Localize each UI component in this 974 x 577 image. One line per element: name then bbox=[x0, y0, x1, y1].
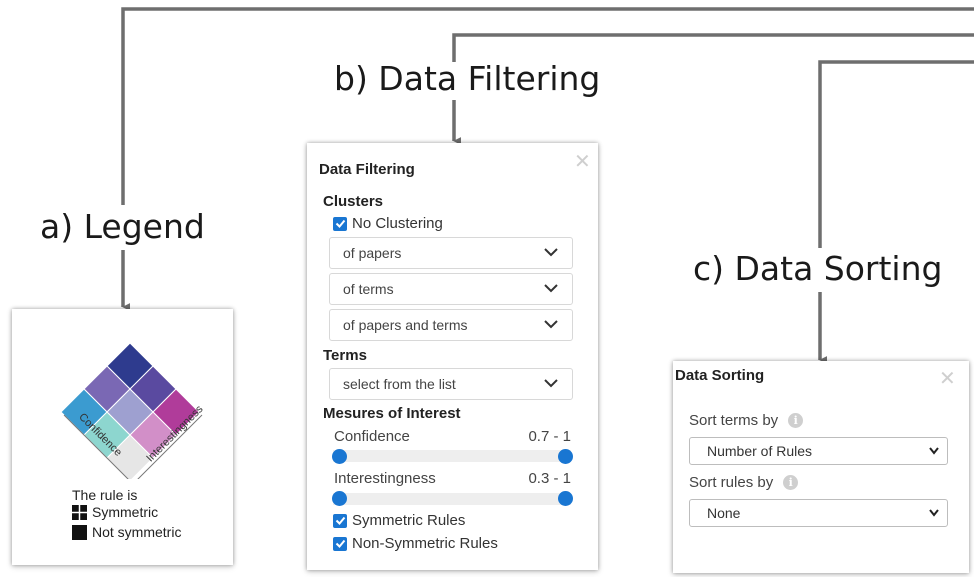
checkbox-checked-icon[interactable] bbox=[333, 216, 347, 231]
interestingness-slider-min-handle[interactable] bbox=[332, 491, 347, 506]
symmetric-rules-label: Symmetric Rules bbox=[352, 512, 466, 529]
close-icon[interactable]: ✕ bbox=[574, 152, 591, 172]
dropdown-label: of terms bbox=[343, 281, 394, 297]
legend-rule-is: The rule is bbox=[72, 487, 138, 503]
cluster-papers-dropdown[interactable]: of papers bbox=[329, 237, 573, 269]
interestingness-label: Interestingness bbox=[334, 470, 436, 487]
no-clustering-label: No Clustering bbox=[352, 215, 443, 232]
close-icon[interactable]: ✕ bbox=[939, 369, 956, 389]
chevron-down-icon bbox=[544, 284, 558, 293]
interestingness-slider-max-handle[interactable] bbox=[558, 491, 573, 506]
sort-rules-select[interactable]: None bbox=[689, 499, 948, 527]
data-filtering-panel: Data Filtering ✕ Clusters No Clustering … bbox=[307, 143, 598, 570]
confidence-slider-min-handle[interactable] bbox=[332, 449, 347, 464]
legend-panel: Confidence Interestingness The rule is Sy… bbox=[12, 309, 233, 565]
filtering-caption: b) Data Filtering bbox=[334, 59, 601, 98]
dropdown-label: of papers and terms bbox=[343, 317, 468, 333]
chevron-down-icon bbox=[544, 248, 558, 257]
interestingness-slider-track[interactable] bbox=[333, 493, 571, 505]
filtering-panel-title: Data Filtering bbox=[319, 161, 415, 178]
dropdown-label: of papers bbox=[343, 245, 402, 261]
confidence-slider-track[interactable] bbox=[333, 450, 571, 462]
info-icon[interactable]: i bbox=[783, 475, 799, 490]
legend-caption: a) Legend bbox=[40, 207, 205, 246]
symmetric-rules-checkbox[interactable]: Symmetric Rules bbox=[333, 512, 465, 529]
sorting-caption: c) Data Sorting bbox=[693, 249, 943, 288]
chevron-down-icon bbox=[929, 509, 939, 517]
chevron-down-icon bbox=[929, 447, 939, 455]
confidence-label: Confidence bbox=[334, 428, 410, 445]
non-symmetric-rules-checkbox[interactable]: Non-Symmetric Rules bbox=[333, 535, 498, 552]
sorting-panel-title: Data Sorting bbox=[675, 367, 765, 384]
sort-rules-row: Sort rules by i bbox=[689, 474, 799, 491]
legend-symmetric-label: Symmetric bbox=[92, 504, 159, 520]
info-icon[interactable]: i bbox=[788, 413, 804, 428]
checkbox-checked-icon[interactable] bbox=[333, 513, 347, 528]
sort-terms-value: Number of Rules bbox=[707, 443, 813, 459]
interestingness-range: 0.3 - 1 bbox=[528, 470, 571, 487]
chevron-down-icon bbox=[544, 320, 558, 329]
data-sorting-panel: Data Sorting ✕ Sort terms by i Number of… bbox=[673, 361, 969, 573]
terms-placeholder: select from the list bbox=[343, 376, 456, 392]
checkbox-checked-icon[interactable] bbox=[333, 536, 347, 551]
legend-not-symmetric-row: Not symmetric bbox=[72, 524, 181, 540]
confidence-slider-max-handle[interactable] bbox=[558, 449, 573, 464]
sorting-connector bbox=[818, 60, 974, 248]
cluster-papers-and-terms-dropdown[interactable]: of papers and terms bbox=[329, 309, 573, 341]
sort-rules-label: Sort rules by bbox=[689, 474, 774, 491]
legend-not-symmetric-label: Not symmetric bbox=[92, 524, 182, 540]
clusters-title: Clusters bbox=[323, 193, 384, 210]
measures-title: Mesures of Interest bbox=[323, 405, 461, 422]
chevron-down-icon bbox=[544, 379, 558, 388]
terms-title: Terms bbox=[323, 347, 367, 364]
non-symmetric-rules-label: Non-Symmetric Rules bbox=[352, 535, 498, 552]
confidence-range: 0.7 - 1 bbox=[528, 428, 571, 445]
sort-rules-value: None bbox=[707, 505, 741, 521]
terms-dropdown[interactable]: select from the list bbox=[329, 368, 573, 400]
symmetric-icon bbox=[72, 504, 87, 520]
not-symmetric-icon bbox=[72, 524, 87, 540]
legend-matrix: Confidence Interestingness bbox=[60, 342, 206, 479]
filtering-connector bbox=[452, 33, 974, 62]
sort-terms-label: Sort terms by bbox=[689, 412, 779, 429]
sort-terms-select[interactable]: Number of Rules bbox=[689, 437, 948, 465]
sort-terms-row: Sort terms by i bbox=[689, 412, 804, 429]
legend-symmetric-row: Symmetric bbox=[72, 504, 158, 520]
no-clustering-checkbox[interactable]: No Clustering bbox=[333, 215, 443, 232]
cluster-terms-dropdown[interactable]: of terms bbox=[329, 273, 573, 305]
